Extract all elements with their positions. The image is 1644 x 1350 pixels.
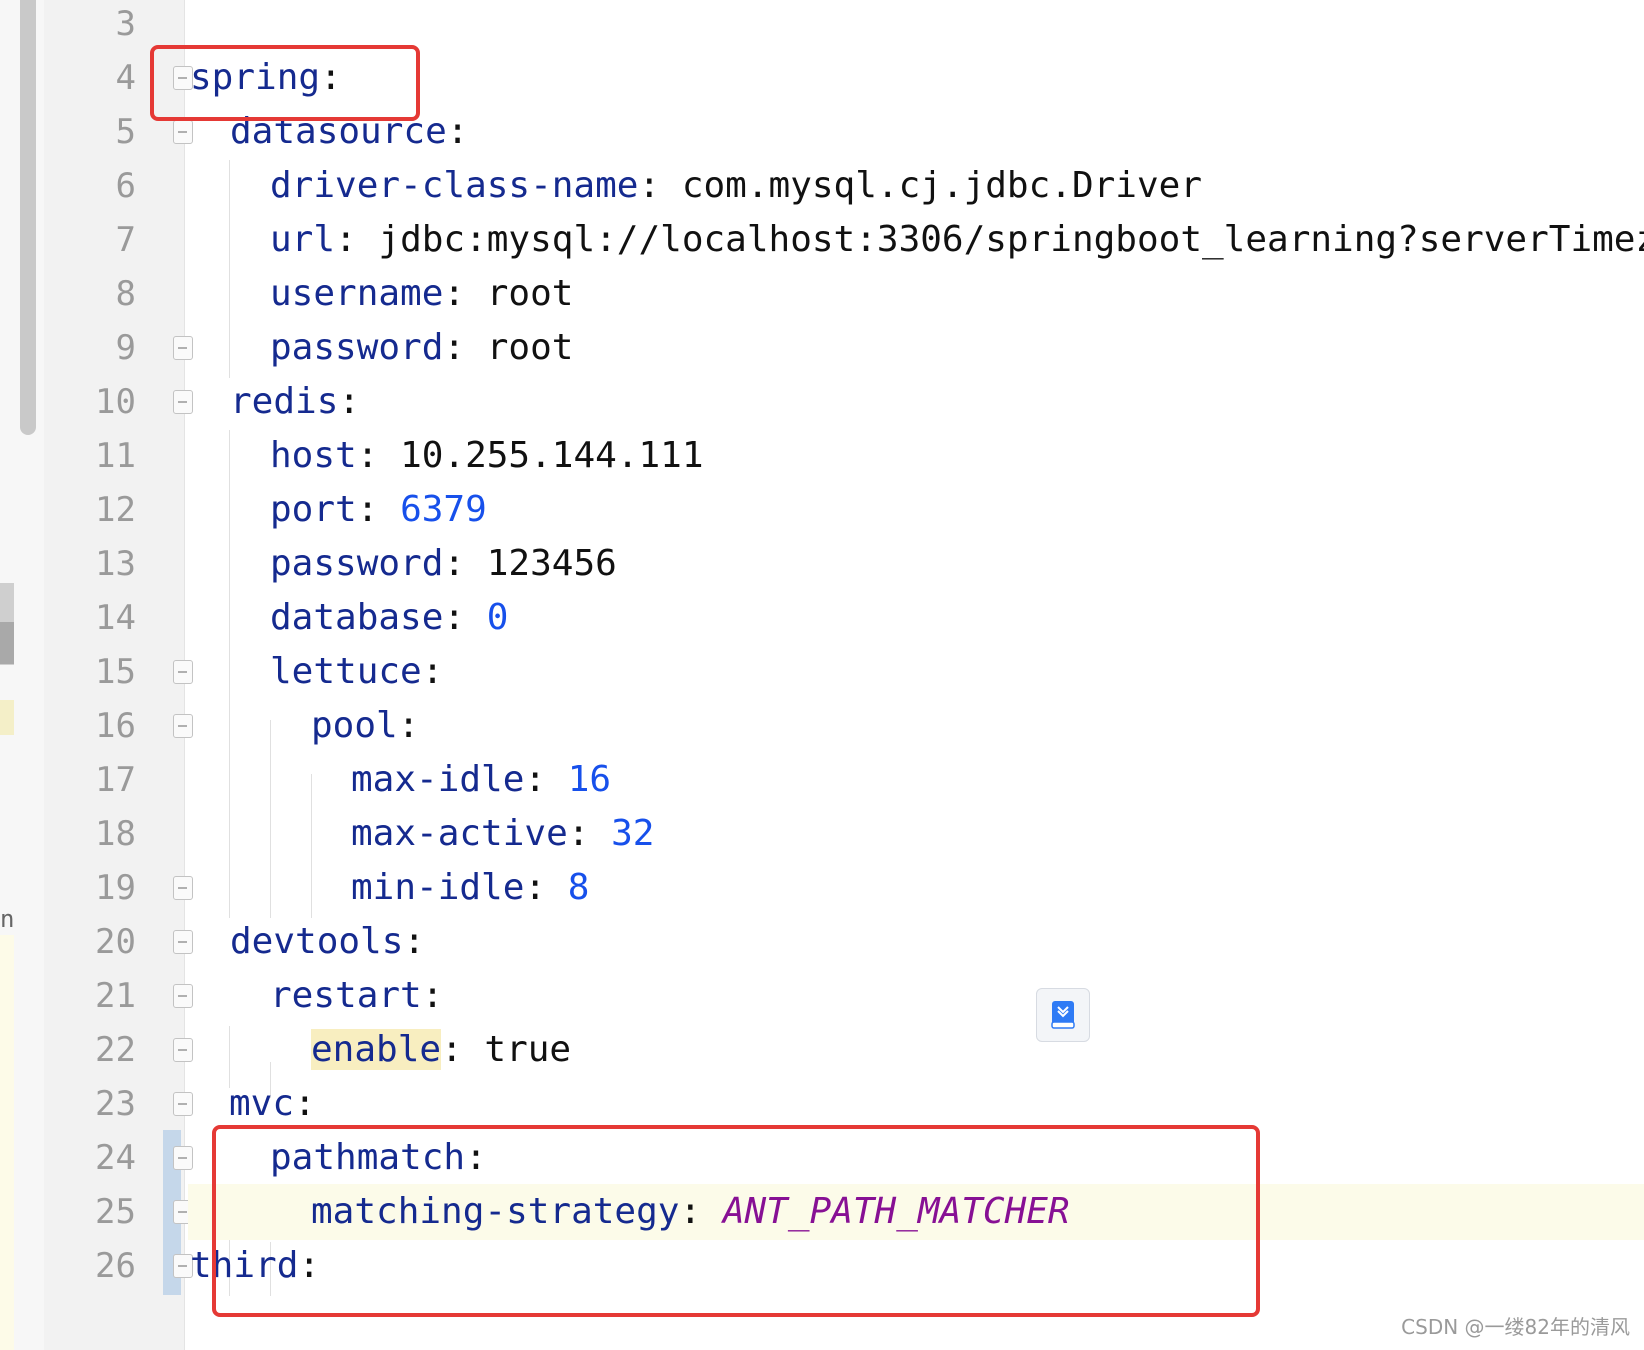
yaml-punctuation: : (443, 543, 487, 584)
yaml-key: host (270, 435, 357, 476)
yaml-punctuation: : (443, 273, 487, 314)
code-line[interactable]: mvc: (0, 1076, 1644, 1132)
code-line[interactable]: restart: (0, 968, 1644, 1024)
code-line[interactable]: username: root (0, 266, 1644, 322)
yaml-value: root (486, 273, 574, 314)
yaml-value: 123456 (486, 543, 617, 584)
yaml-punctuation: : (567, 813, 612, 854)
code-line[interactable]: url: jdbc:mysql://localhost:3306/springb… (0, 212, 1644, 268)
floating-action-button[interactable] (1036, 988, 1090, 1042)
yaml-punctuation: : (421, 975, 444, 1016)
yaml-value: jdbc:mysql://localhost:3306/springboot_l… (378, 219, 1644, 260)
yaml-key: max-idle (351, 759, 525, 800)
yaml-punctuation: : (356, 435, 401, 476)
code-line[interactable]: enable: true (0, 1022, 1644, 1078)
yaml-key: restart (270, 975, 422, 1016)
code-line[interactable]: port: 6379 (0, 482, 1644, 538)
yaml-value: 0 (486, 597, 509, 638)
yaml-key: redis (230, 381, 339, 422)
yaml-punctuation: : (397, 705, 420, 746)
yaml-key: password (270, 543, 444, 584)
yaml-punctuation: : (441, 1029, 485, 1070)
yaml-key: pool (311, 705, 398, 746)
yaml-key: driver-class-name (270, 165, 639, 206)
yaml-key: url (270, 219, 336, 260)
yaml-value: 8 (567, 867, 590, 908)
yaml-key: devtools (230, 921, 404, 962)
yaml-key: database (270, 597, 444, 638)
yaml-punctuation: : (524, 759, 568, 800)
yaml-punctuation: : (443, 597, 487, 638)
yaml-punctuation: : (443, 327, 487, 368)
yaml-key: mvc (229, 1083, 295, 1124)
yaml-punctuation: : (638, 165, 682, 206)
code-line[interactable]: password: root (0, 320, 1644, 376)
yaml-key: password (270, 327, 444, 368)
code-line[interactable]: lettuce: (0, 644, 1644, 700)
code-line[interactable]: pool: (0, 698, 1644, 754)
yaml-punctuation: : (356, 489, 401, 530)
yaml-punctuation: : (421, 651, 444, 692)
code-line[interactable]: max-idle: 16 (0, 752, 1644, 808)
yaml-punctuation: : (335, 219, 379, 260)
yaml-punctuation: : (338, 381, 361, 422)
highlight-box-mvc (212, 1125, 1260, 1317)
code-line[interactable]: password: 123456 (0, 536, 1644, 592)
watermark: CSDN @一缕82年的清风 (1401, 1315, 1630, 1339)
code-line[interactable]: max-active: 32 (0, 806, 1644, 862)
code-line[interactable]: min-idle: 8 (0, 860, 1644, 916)
code-line[interactable]: redis: (0, 374, 1644, 430)
highlight-box-spring (150, 45, 420, 121)
yaml-punctuation: : (403, 921, 426, 962)
yaml-key: username (270, 273, 444, 314)
yaml-key: enable (311, 1029, 442, 1070)
yaml-key: max-active (351, 813, 568, 854)
yaml-punctuation: : (446, 111, 469, 152)
yaml-key: port (270, 489, 357, 530)
yaml-value: root (486, 327, 574, 368)
yaml-value: com.mysql.cj.jdbc.Driver (681, 165, 1202, 206)
yaml-value: 16 (567, 759, 612, 800)
code-line[interactable]: host: 10.255.144.111 (0, 428, 1644, 484)
yaml-punctuation: : (294, 1083, 316, 1124)
yaml-key: lettuce (270, 651, 422, 692)
yaml-value: 6379 (400, 489, 487, 530)
code-line[interactable]: devtools: (0, 914, 1644, 970)
yaml-value: true (484, 1029, 572, 1070)
yaml-key: min-idle (351, 867, 525, 908)
bookmark-icon (1051, 1001, 1075, 1029)
code-line[interactable]: database: 0 (0, 590, 1644, 646)
yaml-value: 32 (611, 813, 655, 854)
code-line[interactable]: driver-class-name: com.mysql.cj.jdbc.Dri… (0, 158, 1644, 214)
yaml-punctuation: : (524, 867, 568, 908)
yaml-value: 10.255.144.111 (400, 435, 704, 476)
